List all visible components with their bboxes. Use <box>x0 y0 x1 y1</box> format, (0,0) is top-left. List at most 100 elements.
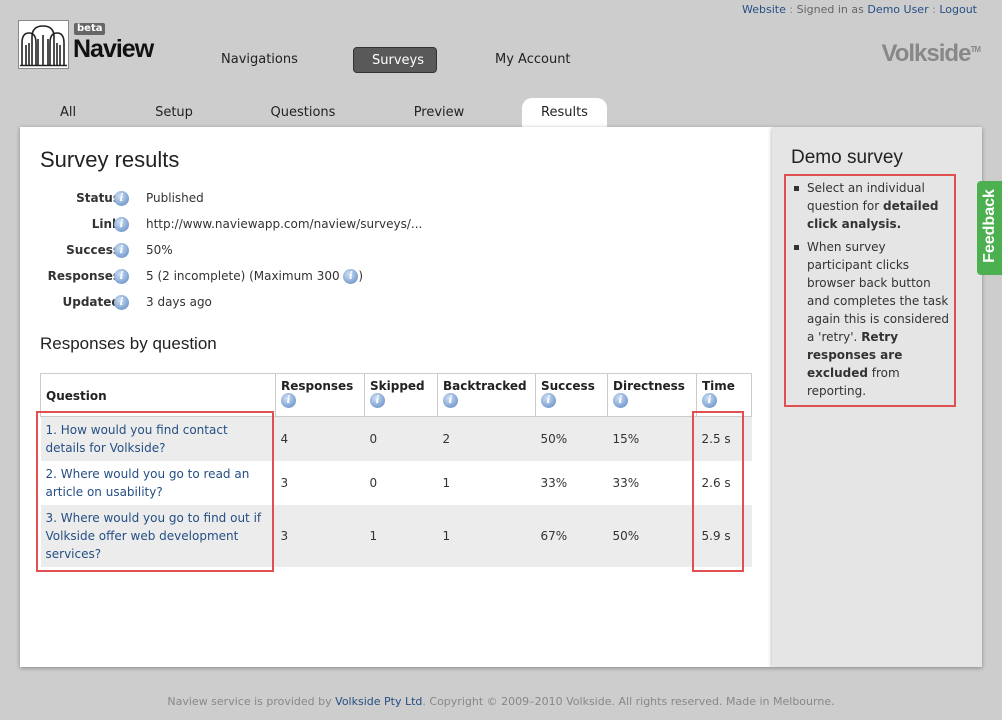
tab-preview[interactable]: Preview <box>398 98 480 128</box>
cell-backtracked: 1 <box>437 505 536 567</box>
tip-text: When survey participant clicks browser b… <box>807 240 949 344</box>
nav-my-account[interactable]: My Account <box>477 47 589 73</box>
cell-directness: 50% <box>607 505 697 567</box>
tab-setup[interactable]: Setup <box>140 98 208 128</box>
nav-navigations[interactable]: Navigations <box>203 47 316 73</box>
status-value: Published <box>146 191 204 205</box>
section-title: Responses by question <box>40 334 217 353</box>
col-directness-label: Directness <box>613 379 685 393</box>
volkside-logo[interactable]: VolksideTM <box>882 40 981 68</box>
info-icon[interactable]: i <box>114 243 129 258</box>
success-label: Success <box>66 243 120 257</box>
cell-responses: 4 <box>275 416 365 461</box>
col-success-label: Success <box>541 379 595 393</box>
table-row[interactable]: 3. Where would you go to find out if Vol… <box>40 505 752 567</box>
col-time[interactable]: Time i <box>696 373 752 417</box>
cell-success: 50% <box>535 416 608 461</box>
top-links: Website : Signed in as Demo User : Logou… <box>742 3 977 16</box>
brand-name: Volkside <box>881 40 972 67</box>
cell-time: 2.6 s <box>696 461 752 505</box>
footer-text: Naview service is provided by <box>167 695 336 708</box>
footer: Naview service is provided by Volkside P… <box>0 695 1002 708</box>
cell-time: 2.5 s <box>696 416 752 461</box>
info-icon[interactable]: i <box>343 269 359 284</box>
nav-surveys[interactable]: Surveys <box>353 47 437 73</box>
updated-value: 3 days ago <box>146 295 212 309</box>
responses-suffix: ) <box>358 269 364 283</box>
signed-in-text: Signed in as <box>796 3 864 16</box>
cell-directness: 33% <box>607 461 697 505</box>
responses-value: 5 (2 incomplete) (Maximum 300 i) <box>146 269 363 284</box>
beta-badge: beta <box>74 23 106 35</box>
website-link[interactable]: Website <box>742 3 786 16</box>
tab-questions[interactable]: Questions <box>258 98 348 128</box>
cell-backtracked: 2 <box>437 416 536 461</box>
meta-status: Status i Published <box>20 189 760 209</box>
table-row[interactable]: 1. How would you find contact details fo… <box>40 416 752 461</box>
info-icon[interactable]: i <box>114 191 129 206</box>
feedback-label: Feedback <box>981 189 998 263</box>
question-link[interactable]: 1. How would you find contact details fo… <box>46 423 228 455</box>
col-backtracked[interactable]: Backtracked i <box>437 373 536 417</box>
cell-time: 5.9 s <box>696 505 752 567</box>
logout-link[interactable]: Logout <box>939 3 977 16</box>
trademark: TM <box>970 45 981 54</box>
info-icon[interactable]: i <box>114 295 129 310</box>
cell-success: 67% <box>535 505 608 567</box>
cell-backtracked: 1 <box>437 461 536 505</box>
col-skipped-label: Skipped <box>370 379 425 393</box>
col-question[interactable]: Question <box>40 373 276 417</box>
updated-label: Updated <box>62 295 121 309</box>
info-icon[interactable]: i <box>370 393 385 408</box>
cell-skipped: 0 <box>364 461 438 505</box>
sidebar: Demo survey Select an individual questio… <box>772 127 982 667</box>
col-responses-label: Responses <box>281 379 354 393</box>
cell-success: 33% <box>535 461 608 505</box>
separator: : <box>789 3 794 16</box>
naview-logo[interactable]: beta Naview <box>18 20 168 72</box>
survey-link[interactable]: http://www.naviewapp.com/naview/surveys/… <box>146 217 422 231</box>
col-success[interactable]: Success i <box>535 373 608 417</box>
user-link[interactable]: Demo User <box>867 3 928 16</box>
cell-responses: 3 <box>275 461 365 505</box>
table-row[interactable]: 2. Where would you go to read an article… <box>40 461 752 505</box>
col-backtracked-label: Backtracked <box>443 379 527 393</box>
responses-text: 5 (2 incomplete) (Maximum 300 <box>146 269 340 283</box>
cell-skipped: 1 <box>364 505 438 567</box>
meta-link: Link i http://www.naviewapp.com/naview/s… <box>20 215 760 235</box>
col-responses[interactable]: Responses i <box>275 373 365 417</box>
tab-all[interactable]: All <box>40 98 96 128</box>
cell-directness: 15% <box>607 416 697 461</box>
tips-list: Select an individual question for detail… <box>792 179 954 405</box>
responses-label: Responses <box>47 269 120 283</box>
meta-updated: Updated i 3 days ago <box>20 293 760 313</box>
col-question-label: Question <box>46 389 107 403</box>
responses-table: Question Responses i Skipped i Backtracked… <box>40 373 752 567</box>
tab-results[interactable]: Results <box>522 98 607 128</box>
info-icon[interactable]: i <box>613 393 628 408</box>
tip-item: Select an individual question for detail… <box>792 179 954 233</box>
success-value: 50% <box>146 243 173 257</box>
feedback-tab[interactable]: Feedback <box>977 181 1002 275</box>
cell-responses: 3 <box>275 505 365 567</box>
app-name: Naview <box>73 35 154 63</box>
info-icon[interactable]: i <box>281 393 296 408</box>
question-link[interactable]: 2. Where would you go to read an article… <box>46 467 250 499</box>
question-link[interactable]: 3. Where would you go to find out if Vol… <box>46 511 262 561</box>
info-icon[interactable]: i <box>114 269 129 284</box>
meta-responses: Responses i 5 (2 incomplete) (Maximum 30… <box>20 267 760 287</box>
meta-success: Success i 50% <box>20 241 760 261</box>
main-panel: Survey results Status i Published Link i… <box>20 127 772 667</box>
col-directness[interactable]: Directness i <box>607 373 697 417</box>
info-icon[interactable]: i <box>114 217 129 232</box>
table-header-row: Question Responses i Skipped i Backtracked… <box>40 373 752 417</box>
separator: : <box>932 3 936 16</box>
info-icon[interactable]: i <box>443 393 458 408</box>
col-skipped[interactable]: Skipped i <box>364 373 438 417</box>
info-icon[interactable]: i <box>541 393 556 408</box>
page-title: Survey results <box>40 147 180 172</box>
company-link[interactable]: Volkside Pty Ltd <box>335 695 422 708</box>
footer-copyright: . Copyright © 2009–2010 Volkside. All ri… <box>422 695 835 708</box>
building-logo-icon <box>18 20 69 69</box>
info-icon[interactable]: i <box>702 393 717 408</box>
